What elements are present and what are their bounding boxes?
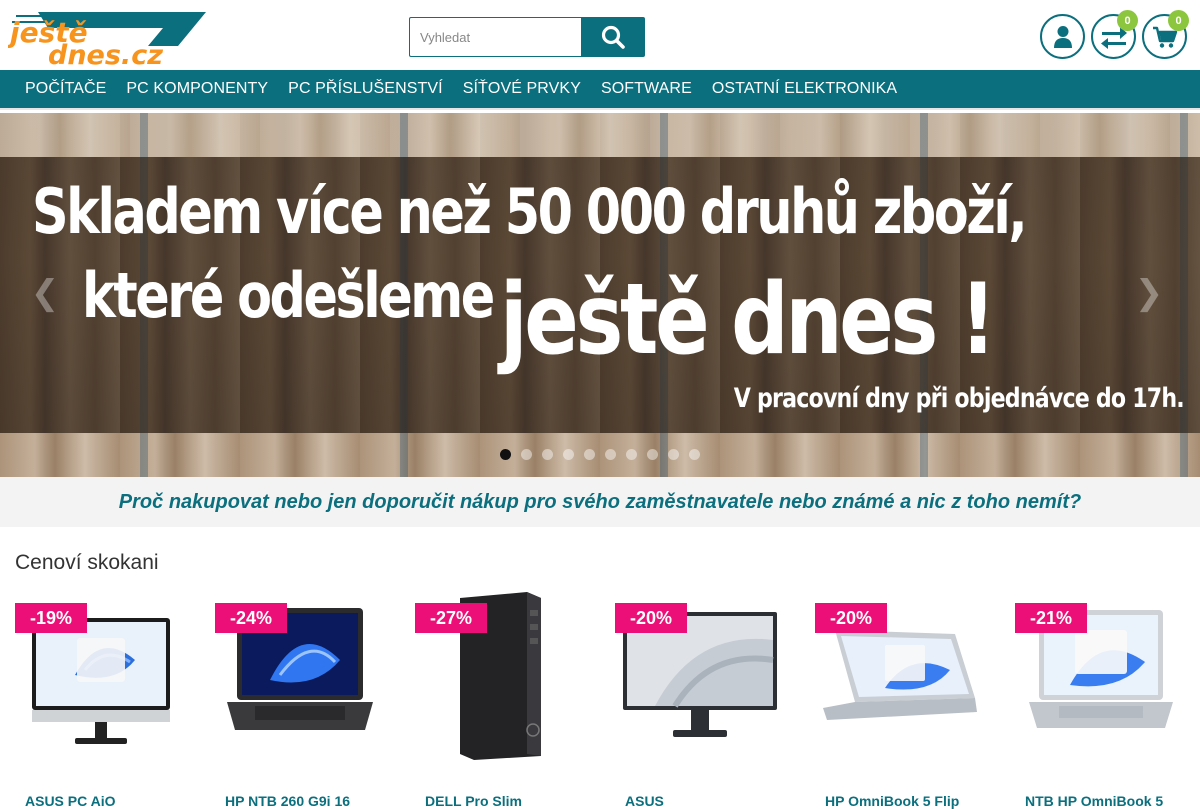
- nav-item-sitove-prvky[interactable]: SÍŤOVÉ PRVKY: [453, 69, 591, 109]
- main-navigation: POČÍTAČE PC KOMPONENTY PC PŘÍSLUŠENSTVÍ …: [0, 70, 1200, 110]
- logo-text-2: dnes.cz: [48, 40, 163, 66]
- chevron-right-icon: ❯: [1134, 274, 1164, 312]
- banner-headline-3: ještě dnes !: [500, 263, 996, 377]
- discount-badge: -20%: [815, 603, 887, 633]
- nav-item-ostatni-elektronika[interactable]: OSTATNÍ ELEKTRONIKA: [702, 69, 907, 109]
- carousel-dot-9[interactable]: [668, 449, 679, 460]
- discount-badge: -20%: [615, 603, 687, 633]
- user-icon: [1053, 25, 1072, 48]
- account-button[interactable]: [1040, 14, 1085, 59]
- banner-headline-2: které odešleme: [82, 259, 495, 332]
- product-card[interactable]: -27% DELL Pro Slim: [415, 590, 585, 809]
- promo-text[interactable]: Proč nakupovat nebo jen doporučit nákup …: [119, 491, 1081, 514]
- carousel-dot-4[interactable]: [563, 449, 574, 460]
- carousel-dot-5[interactable]: [584, 449, 595, 460]
- search-icon: [601, 25, 625, 49]
- carousel-dot-6[interactable]: [605, 449, 616, 460]
- hero-banner[interactable]: Skladem více než 50 000 druhů zboží, kte…: [0, 113, 1200, 477]
- nav-item-pc-komponenty[interactable]: PC KOMPONENTY: [116, 69, 278, 109]
- product-carousel: -19% ASUS PC AiO -24% HP NTB 260 G9i 16 …: [15, 590, 1200, 809]
- search-input[interactable]: [409, 17, 581, 57]
- product-card[interactable]: -21% NTB HP OmniBook 5: [1015, 590, 1185, 809]
- carousel-dot-2[interactable]: [521, 449, 532, 460]
- discount-badge: -21%: [1015, 603, 1087, 633]
- discount-badge: -19%: [15, 603, 87, 633]
- compare-count-badge: 0: [1117, 10, 1138, 31]
- carousel-prev-button[interactable]: ❮: [30, 273, 60, 313]
- product-card[interactable]: -20% HP OmniBook 5 Flip: [815, 590, 985, 809]
- chevron-left-icon: ❮: [30, 274, 60, 312]
- nav-item-software[interactable]: SOFTWARE: [591, 69, 702, 109]
- discount-badge: -27%: [415, 603, 487, 633]
- section-title: Cenoví skokani: [15, 551, 159, 574]
- compare-button[interactable]: 0: [1091, 10, 1138, 59]
- site-logo[interactable]: ještě dnes.cz: [8, 10, 208, 66]
- product-name[interactable]: HP NTB 260 G9i 16: [225, 793, 385, 809]
- product-card[interactable]: -19% ASUS PC AiO: [15, 590, 185, 809]
- product-name[interactable]: ASUS: [625, 793, 785, 809]
- carousel-dot-8[interactable]: [647, 449, 658, 460]
- search-button[interactable]: [581, 17, 645, 57]
- product-name[interactable]: NTB HP OmniBook 5: [1025, 793, 1185, 809]
- search-bar: [409, 17, 645, 57]
- product-name[interactable]: ASUS PC AiO: [25, 793, 185, 809]
- carousel-dot-10[interactable]: [689, 449, 700, 460]
- carousel-dot-3[interactable]: [542, 449, 553, 460]
- promo-bar[interactable]: Proč nakupovat nebo jen doporučit nákup …: [0, 477, 1200, 527]
- cart-count-badge: 0: [1168, 10, 1189, 31]
- banner-subline: V pracovní dny při objednávce do 17h.: [733, 383, 1185, 414]
- cart-button[interactable]: 0: [1142, 10, 1189, 59]
- nav-item-pc-prislusenstvi[interactable]: PC PŘÍSLUŠENSTVÍ: [278, 69, 453, 109]
- product-card[interactable]: -20% ASUS: [615, 590, 785, 809]
- discount-badge: -24%: [215, 603, 287, 633]
- site-header: ještě dnes.cz 0 0: [0, 0, 1200, 70]
- product-name[interactable]: DELL Pro Slim: [425, 793, 585, 809]
- product-name[interactable]: HP OmniBook 5 Flip: [825, 793, 985, 809]
- nav-item-pocitace[interactable]: POČÍTAČE: [15, 69, 116, 109]
- product-card[interactable]: -24% HP NTB 260 G9i 16: [215, 590, 385, 809]
- carousel-dot-1[interactable]: [500, 449, 511, 460]
- carousel-dot-7[interactable]: [626, 449, 637, 460]
- carousel-indicators: [500, 449, 700, 460]
- carousel-next-button[interactable]: ❯: [1134, 273, 1164, 313]
- banner-headline-1: Skladem více než 50 000 druhů zboží,: [32, 175, 1028, 248]
